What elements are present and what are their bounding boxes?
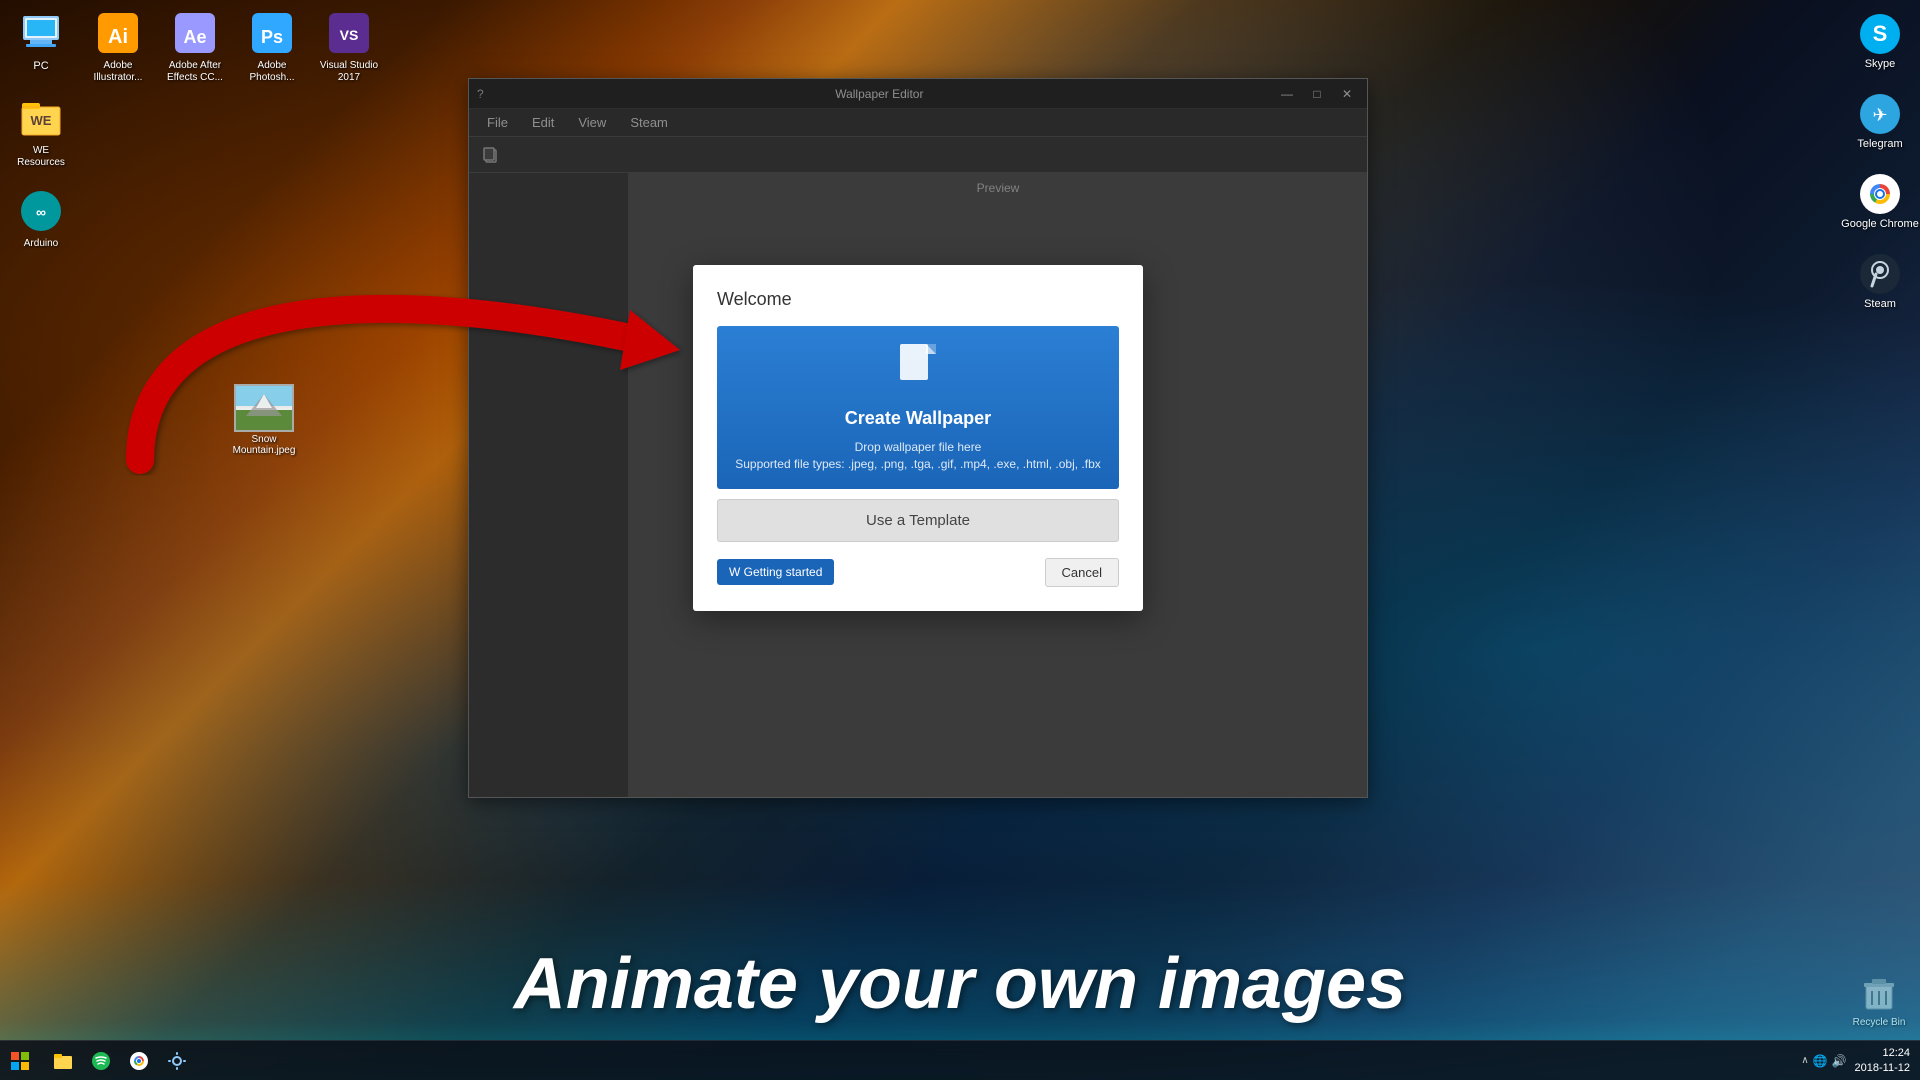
desktop-icon-illustrator[interactable]: Ai AdobeIllustrator... [82,5,154,88]
we-resources-icon: WE [17,94,65,142]
visualstudio-icon: VS [325,9,373,57]
desktop-icon-arduino[interactable]: ∞ Arduino [5,183,77,254]
tray-network: 🌐 [1813,1054,1828,1068]
dialog-content: Welcome Create Wallpaper Drop wallpaper … [693,265,1143,611]
getting-started-button[interactable]: W Getting started [717,559,834,585]
skype-label: Skype [1865,58,1896,70]
snow-mountain-thumbnail [234,384,294,432]
use-template-button[interactable]: Use a Template [717,499,1119,542]
left-desktop-icons: WE WEResources ∞ Arduino [5,90,77,254]
taskbar-spotify[interactable] [83,1043,119,1079]
desktop-icon-chrome[interactable]: Google Chrome [1840,160,1920,240]
taskbar-right: ∧ 🌐 🔊 12:24 2018-11-12 [1791,1046,1920,1075]
aftereffects-label: Adobe AfterEffects CC... [167,60,223,84]
wallpaper-editor-window: ? Wallpaper Editor — □ ✕ File Edit View … [468,78,1368,798]
welcome-dialog: Welcome Create Wallpaper Drop wallpaper … [693,265,1143,611]
create-wallpaper-button[interactable]: Create Wallpaper Drop wallpaper file her… [717,326,1119,489]
desktop-icon-aftereffects[interactable]: Ae Adobe AfterEffects CC... [159,5,231,88]
svg-text:Ps: Ps [261,27,283,47]
desktop-icon-we-resources[interactable]: WE WEResources [5,90,77,173]
recycle-bin-icon [1856,971,1902,1017]
desktop-icon-steam[interactable]: Steam [1840,240,1920,320]
bottom-headline: Animate your own images [0,943,1920,1025]
bottom-text-overlay: Animate your own images [0,943,1920,1025]
start-button[interactable] [0,1041,40,1080]
taskbar-tray: ∧ 🌐 🔊 [1801,1054,1846,1068]
aftereffects-icon: Ae [171,9,219,57]
chrome-label: Google Chrome [1841,218,1919,230]
dialog-title: Welcome [717,289,1119,310]
svg-text:S: S [1873,21,1888,46]
visualstudio-label: Visual Studio2017 [320,60,378,84]
desktop-icon-skype[interactable]: S Skype [1840,0,1920,80]
dialog-footer: W Getting started Cancel [717,558,1119,587]
svg-text:∞: ∞ [36,204,46,220]
create-wallpaper-title: Create Wallpaper [733,408,1103,429]
tray-volume[interactable]: 🔊 [1832,1054,1847,1068]
desktop: PC Ai AdobeIllustrator... Ae Adobe After… [0,0,1920,1080]
svg-text:VS: VS [340,27,359,43]
drop-text: Drop wallpaper file here [733,439,1103,456]
taskbar-date-display: 2018-11-12 [1855,1061,1910,1075]
taskbar: ∧ 🌐 🔊 12:24 2018-11-12 [0,1040,1920,1080]
taskbar-time-display: 12:24 [1855,1046,1910,1060]
top-right-desktop-icons: S Skype ✈ Telegram Google Ch [1840,0,1920,320]
taskbar-pinned-icons [40,1043,200,1079]
pc-icon [17,9,65,57]
svg-text:WE: WE [31,113,52,128]
taskbar-chrome[interactable] [121,1043,157,1079]
svg-text:✈: ✈ [1872,105,1887,125]
recycle-bin[interactable]: Recycle Bin [1843,967,1915,1032]
snow-mountain-label: Snow Mountain.jpeg [232,434,296,456]
svg-text:Ae: Ae [183,27,206,47]
desktop-icon-photoshop[interactable]: Ps AdobePhotosh... [236,5,308,88]
top-left-app-icons: PC Ai AdobeIllustrator... Ae Adobe After… [5,5,385,88]
dialog-overlay: Welcome Create Wallpaper Drop wallpaper … [469,79,1367,797]
taskbar-datetime[interactable]: 12:24 2018-11-12 [1855,1046,1910,1075]
desktop-icon-telegram[interactable]: ✈ Telegram [1840,80,1920,160]
svg-text:Ai: Ai [108,26,128,48]
create-wallpaper-icon [733,342,1103,400]
supported-types: Supported file types: .jpeg, .png, .tga,… [733,456,1103,473]
arduino-label: Arduino [24,238,58,250]
tray-chevron[interactable]: ∧ [1801,1055,1808,1066]
taskbar-settings[interactable] [159,1043,195,1079]
arduino-icon: ∞ [17,187,65,235]
snow-mountain-file[interactable]: Snow Mountain.jpeg [228,380,300,460]
photoshop-icon: Ps [248,9,296,57]
photoshop-label: AdobePhotosh... [249,60,294,84]
cancel-button[interactable]: Cancel [1045,558,1119,587]
telegram-label: Telegram [1857,138,1902,150]
illustrator-icon: Ai [94,9,142,57]
desktop-icon-visualstudio[interactable]: VS Visual Studio2017 [313,5,385,88]
pc-label: PC [33,60,48,73]
desktop-icon-pc[interactable]: PC [5,5,77,88]
taskbar-file-explorer[interactable] [45,1043,81,1079]
steam-label: Steam [1864,298,1896,310]
we-resources-label: WEResources [17,145,65,169]
illustrator-label: AdobeIllustrator... [94,60,143,84]
recycle-bin-label: Recycle Bin [1853,1017,1906,1028]
